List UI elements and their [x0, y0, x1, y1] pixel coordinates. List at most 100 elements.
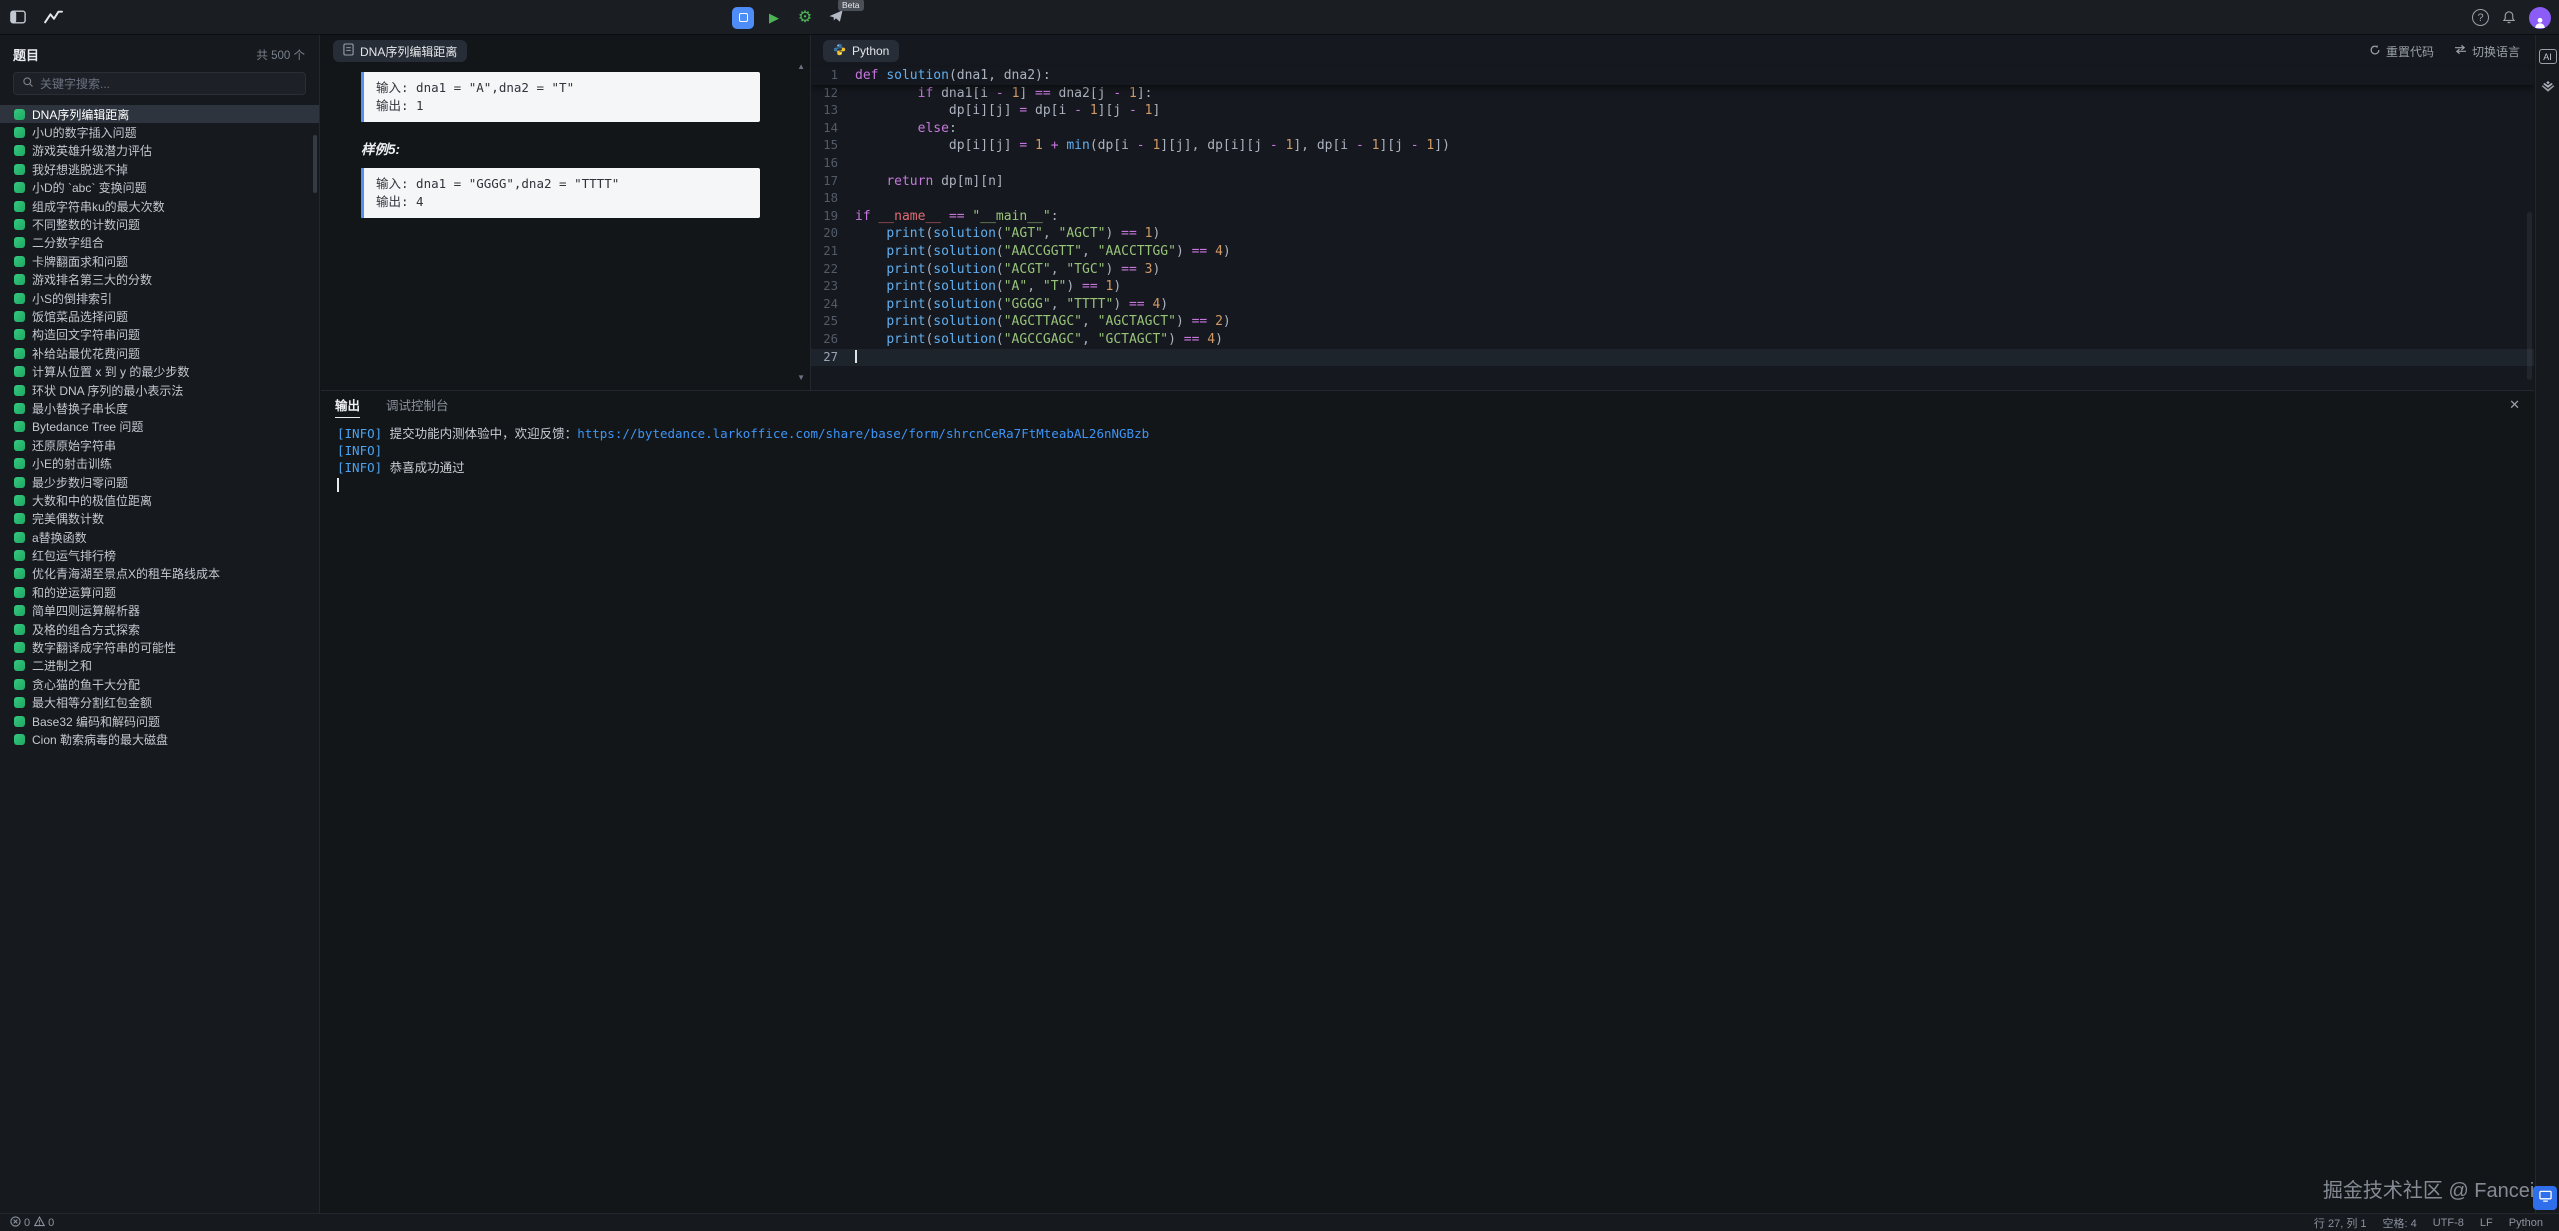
code-line[interactable]: 22 print(solution("ACGT", "TGC") == 3) [811, 261, 2534, 279]
run-button[interactable]: ▶ [763, 7, 785, 29]
reset-code-button[interactable]: 重置代码 [2369, 43, 2434, 60]
search-input[interactable] [40, 77, 297, 91]
code-line[interactable]: 16 [811, 155, 2534, 173]
problem-list-item[interactable]: 最少步数归零问题 [0, 473, 319, 491]
main-area: DNA序列编辑距离 输入: dna1 = "A",dna2 = "T"输出: 1… [321, 35, 2534, 1213]
scroll-up-arrow[interactable]: ▲ [797, 63, 805, 71]
console-link[interactable]: https://bytedance.larkoffice.com/share/b… [577, 426, 1149, 441]
code-line[interactable]: 15 dp[i][j] = 1 + min(dp[i - 1][j], dp[i… [811, 137, 2534, 155]
sticky-line: 1def solution(dna1, dna2): [811, 67, 2534, 85]
problem-list-item[interactable]: 贪心猫的鱼干大分配 [0, 675, 319, 693]
code-line[interactable]: 14 else: [811, 120, 2534, 138]
problem-list-item[interactable]: 和的逆运算问题 [0, 583, 319, 601]
code-line[interactable]: 13 dp[i][j] = dp[i - 1][j - 1] [811, 102, 2534, 120]
problem-list-item[interactable]: 小E的射击训练 [0, 454, 319, 472]
app-logo-icon[interactable] [44, 9, 64, 25]
notifications-bell-icon[interactable] [2502, 10, 2516, 25]
status-item[interactable]: LF [2480, 1217, 2493, 1229]
code-line[interactable]: 27 [811, 349, 2534, 367]
problem-list-item[interactable]: 完美偶数计数 [0, 510, 319, 528]
problem-title: 环状 DNA 序列的最小表示法 [32, 382, 183, 399]
code-line[interactable]: 21 print(solution("AACCGGTT", "AACCTTGG"… [811, 243, 2534, 261]
problem-list-item[interactable]: 小U的数字插入问题 [0, 123, 319, 141]
juejin-gem-icon[interactable] [2541, 80, 2555, 94]
problem-list-item[interactable]: 二进制之和 [0, 657, 319, 675]
problem-list-item[interactable]: 不同整数的计数问题 [0, 215, 319, 233]
console-tab-output[interactable]: 输出 [335, 391, 360, 418]
code-line[interactable]: 23 print(solution("A", "T") == 1) [811, 278, 2534, 296]
editor-cursor [855, 350, 857, 363]
ai-assistant-button[interactable]: AI [2539, 49, 2557, 64]
problem-title: 还原原始字符串 [32, 437, 116, 454]
code-line[interactable]: 17 return dp[m][n] [811, 173, 2534, 191]
problem-list-item[interactable]: 红包运气排行榜 [0, 546, 319, 564]
editor-tab-python[interactable]: Python [823, 40, 899, 62]
problem-status-icon [14, 440, 25, 451]
remote-indicator-button[interactable] [2533, 1186, 2557, 1210]
debug-button[interactable]: ⚙ [794, 7, 816, 29]
problem-list-item[interactable]: 小D的 `abc` 变换问题 [0, 179, 319, 197]
code-area[interactable]: 1def solution(dna1, dna2): 12 if dna1[i … [811, 67, 2534, 390]
search-box[interactable] [13, 72, 306, 95]
scroll-down-arrow[interactable]: ▼ [797, 374, 805, 382]
problem-list-item[interactable]: 最大相等分割红包金额 [0, 694, 319, 712]
problem-list-item[interactable]: 组成字符串ku的最大次数 [0, 197, 319, 215]
user-avatar[interactable] [2529, 7, 2551, 29]
submit-beta-button[interactable]: Beta [825, 7, 847, 29]
problem-panel: DNA序列编辑距离 输入: dna1 = "A",dna2 = "T"输出: 1… [321, 35, 811, 390]
problem-title: 补给站最优花费问题 [32, 345, 140, 362]
status-item[interactable]: UTF-8 [2433, 1217, 2464, 1229]
problem-list-item[interactable]: Cion 勒索病毒的最大磁盘 [0, 730, 319, 748]
problem-list-item[interactable]: Bytedance Tree 问题 [0, 418, 319, 436]
problem-list-item[interactable]: 还原原始字符串 [0, 436, 319, 454]
problem-list-item[interactable]: 优化青海湖至景点X的租车路线成本 [0, 565, 319, 583]
problem-list-item[interactable]: 游戏英雄升级潜力评估 [0, 142, 319, 160]
problem-list-item[interactable]: 及格的组合方式探索 [0, 620, 319, 638]
code-line[interactable]: 20 print(solution("AGT", "AGCT") == 1) [811, 225, 2534, 243]
help-button[interactable]: ? [2472, 9, 2489, 26]
code-lines: 12 if dna1[i - 1] == dna2[j - 1]:13 dp[i… [811, 85, 2534, 367]
code-line[interactable]: 12 if dna1[i - 1] == dna2[j - 1]: [811, 85, 2534, 103]
problem-list-item[interactable]: 最小替换子串长度 [0, 399, 319, 417]
problem-list-item[interactable]: 我好想逃脱逃不掉 [0, 160, 319, 178]
problem-list-item[interactable]: 环状 DNA 序列的最小表示法 [0, 381, 319, 399]
status-item[interactable]: 行 27, 列 1 [2314, 1215, 2367, 1231]
sidebar-toggle-icon[interactable] [10, 10, 26, 24]
code-line[interactable]: 19if __name__ == "__main__": [811, 208, 2534, 226]
problem-list-item[interactable]: DNA序列编辑距离 [0, 105, 319, 123]
build-button[interactable] [732, 7, 754, 29]
problem-list-item[interactable]: 卡牌翻面求和问题 [0, 252, 319, 270]
problem-tab[interactable]: DNA序列编辑距离 [333, 40, 467, 62]
editor-scrollbar[interactable] [2527, 212, 2532, 380]
beta-badge: Beta [838, 0, 864, 11]
code-line[interactable]: 1def solution(dna1, dna2): [811, 67, 2534, 85]
problem-list-item[interactable]: Base32 编码和解码问题 [0, 712, 319, 730]
problem-status-icon [14, 385, 25, 396]
console-close-button[interactable]: ✕ [2509, 397, 2520, 413]
problems-errors[interactable]: 0 [10, 1216, 30, 1230]
code-line[interactable]: 18 [811, 190, 2534, 208]
problem-list-item[interactable]: a替换函数 [0, 528, 319, 546]
problem-list-item[interactable]: 大数和中的极值位距离 [0, 491, 319, 509]
problem-list-item[interactable]: 简单四则运算解析器 [0, 602, 319, 620]
line-number: 20 [811, 225, 855, 243]
status-item[interactable]: Python [2509, 1217, 2543, 1229]
problem-list-item[interactable]: 数字翻译成字符串的可能性 [0, 638, 319, 656]
status-item[interactable]: 空格: 4 [2383, 1215, 2417, 1231]
problem-list-item[interactable]: 构造回文字符串问题 [0, 326, 319, 344]
problem-list-item[interactable]: 补给站最优花费问题 [0, 344, 319, 362]
code-line[interactable]: 26 print(solution("AGCCGAGC", "GCTAGCT")… [811, 331, 2534, 349]
problem-title: 最少步数归零问题 [32, 474, 128, 491]
problems-warnings[interactable]: 0 [34, 1216, 54, 1230]
problem-list-item[interactable]: 二分数字组合 [0, 234, 319, 252]
problem-list-item[interactable]: 饭馆菜品选择问题 [0, 307, 319, 325]
problem-list-item[interactable]: 游戏排名第三大的分数 [0, 271, 319, 289]
problem-status-icon [14, 256, 25, 267]
code-line[interactable]: 24 print(solution("GGGG", "TTTT") == 4) [811, 296, 2534, 314]
sidebar-scrollbar[interactable] [313, 135, 317, 193]
switch-language-button[interactable]: 切换语言 [2454, 43, 2520, 60]
console-tab-debug[interactable]: 调试控制台 [386, 391, 449, 418]
problem-list-item[interactable]: 计算从位置 x 到 y 的最少步数 [0, 362, 319, 380]
problem-list-item[interactable]: 小S的倒排索引 [0, 289, 319, 307]
code-line[interactable]: 25 print(solution("AGCTTAGC", "AGCTAGCT"… [811, 313, 2534, 331]
